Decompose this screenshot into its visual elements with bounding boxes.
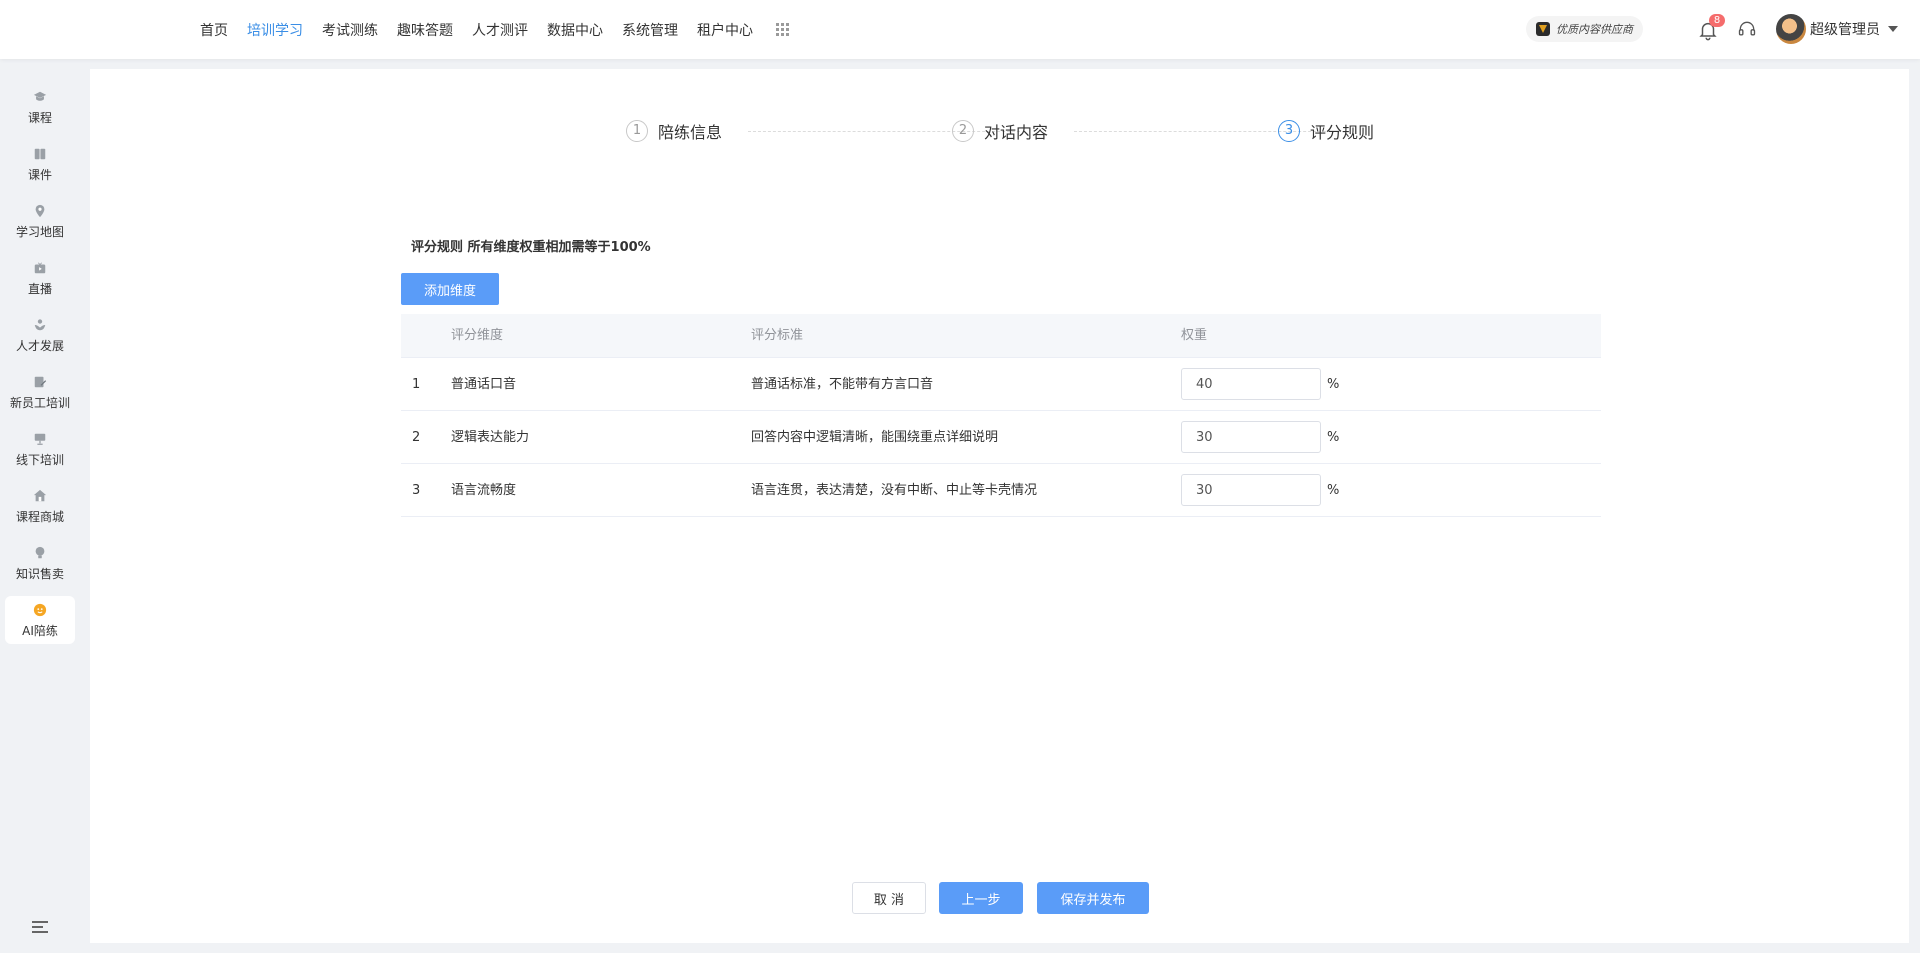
weight-unit: % (1327, 377, 1340, 392)
sidebar-item-label: 知识售卖 (15, 567, 64, 581)
nav-item-tenant[interactable]: 租户中心 (697, 20, 753, 40)
sidebar-item-label: AI陪练 (22, 624, 58, 638)
map-pin-icon (35, 204, 45, 218)
ai-coach-icon (33, 603, 47, 617)
sidebar-item-label: 直播 (27, 282, 52, 296)
main-panel: 1 陪练信息 2 对话内容 3 评分规则 评分规则 所有维度权重相加需等于100… (90, 69, 1909, 943)
headset-icon (1738, 21, 1756, 36)
notification-count-badge: 8 (1709, 14, 1725, 27)
row-index: 3 (412, 483, 421, 498)
sidebar: 课程 课件 学习地图 直播 人才发展 新员工培训 线下培训 课程商城 知识售卖 … (0, 59, 80, 953)
verified-shield-icon (1536, 22, 1550, 36)
step-2: 2 对话内容 (952, 119, 1048, 143)
nav-item-home[interactable]: 首页 (200, 20, 228, 40)
supplier-badge-label: 优质内容供应商 (1556, 23, 1633, 36)
step-3: 3 评分规则 (1278, 119, 1374, 143)
sidebar-item-label: 新员工培训 (9, 396, 70, 410)
row-standard: 普通话标准，不能带有方言口音 (751, 377, 934, 392)
sidebar-item-label: 人才发展 (15, 339, 64, 353)
step-number: 3 (1278, 120, 1300, 142)
column-header-dimension: 评分维度 (451, 328, 504, 343)
nav-item-data[interactable]: 数据中心 (547, 20, 603, 40)
store-icon (33, 489, 47, 502)
table-row: 3 语言流畅度 语言连贯，表达清楚，没有中断、中止等卡壳情况 % (401, 464, 1601, 517)
nav-item-talent[interactable]: 人才测评 (472, 20, 528, 40)
nav-item-training[interactable]: 培训学习 (247, 20, 303, 40)
weight-unit: % (1327, 483, 1340, 498)
sidebar-item-learning-map[interactable]: 学习地图 (5, 197, 75, 245)
lightbulb-icon (35, 546, 45, 559)
book-icon (34, 148, 46, 160)
table-row: 1 普通话口音 普通话标准，不能带有方言口音 % (401, 358, 1601, 411)
live-tv-icon (34, 262, 46, 274)
row-dimension: 语言流畅度 (451, 483, 517, 498)
row-dimension: 逻辑表达能力 (451, 430, 530, 445)
add-dimension-button[interactable]: 添加维度 (401, 273, 499, 305)
table-row: 2 逻辑表达能力 回答内容中逻辑清晰，能围绕重点详细说明 % (401, 411, 1601, 464)
nav-item-exam[interactable]: 考试测练 (322, 20, 378, 40)
save-and-publish-button[interactable]: 保存并发布 (1037, 882, 1149, 914)
scoring-table: 评分维度 评分标准 权重 1 普通话口音 普通话标准，不能带有方言口音 % 2 … (401, 314, 1601, 517)
growth-icon (34, 319, 46, 331)
table-header: 评分维度 评分标准 权重 (401, 314, 1601, 358)
column-header-standard: 评分标准 (751, 328, 804, 343)
sidebar-item-courseware[interactable]: 课件 (5, 140, 75, 188)
graduation-cap-icon (33, 91, 47, 101)
row-standard: 语言连贯，表达清楚，没有中断、中止等卡壳情况 (751, 483, 1038, 498)
sidebar-item-label: 课程 (27, 111, 52, 125)
weight-input[interactable] (1181, 368, 1321, 400)
weight-input[interactable] (1181, 421, 1321, 453)
sidebar-item-label: 课件 (27, 168, 52, 182)
supplier-badge[interactable]: 优质内容供应商 (1526, 16, 1643, 42)
step-number: 1 (626, 120, 648, 142)
sidebar-item-ai-coach[interactable]: AI陪练 (5, 596, 75, 644)
previous-step-button[interactable]: 上一步 (939, 882, 1023, 914)
top-bar: 首页 培训学习 考试测练 趣味答题 人才测评 数据中心 系统管理 租户中心 优质… (0, 0, 1920, 59)
sidebar-item-label: 线下培训 (15, 453, 64, 467)
weight-unit: % (1327, 430, 1340, 445)
sidebar-item-course-store[interactable]: 课程商城 (5, 482, 75, 530)
sidebar-item-offline-training[interactable]: 线下培训 (5, 425, 75, 473)
step-label: 评分规则 (1310, 123, 1375, 142)
row-index: 1 (412, 377, 421, 392)
presentation-icon (34, 433, 46, 445)
rule-title: 评分规则 所有维度权重相加需等于100% (411, 240, 651, 255)
avatar (1776, 14, 1806, 44)
column-header-weight: 权重 (1181, 328, 1208, 343)
main-nav: 首页 培训学习 考试测练 趣味答题 人才测评 数据中心 系统管理 租户中心 (200, 0, 789, 59)
sidebar-item-course[interactable]: 课程 (5, 83, 75, 131)
cancel-button[interactable]: 取 消 (852, 882, 926, 914)
chevron-down-icon (1888, 26, 1898, 32)
user-menu[interactable]: 超级管理员 (1776, 14, 1898, 44)
row-dimension: 普通话口音 (451, 377, 517, 392)
row-index: 2 (412, 430, 421, 445)
edit-icon (34, 376, 47, 388)
notification-button[interactable]: 8 (1697, 14, 1725, 41)
sidebar-item-live[interactable]: 直播 (5, 254, 75, 302)
sidebar-item-knowledge-sales[interactable]: 知识售卖 (5, 539, 75, 587)
step-number: 2 (952, 120, 974, 142)
sidebar-item-label: 课程商城 (15, 510, 64, 524)
sidebar-item-label: 学习地图 (15, 225, 64, 239)
weight-input[interactable] (1181, 474, 1321, 506)
support-button[interactable] (1737, 19, 1757, 39)
menu-collapse-icon[interactable] (31, 920, 49, 934)
step-label: 对话内容 (984, 123, 1049, 142)
username: 超级管理员 (1810, 22, 1880, 38)
nav-item-quiz[interactable]: 趣味答题 (397, 20, 453, 40)
row-standard: 回答内容中逻辑清晰，能围绕重点详细说明 (751, 430, 999, 445)
sidebar-item-onboarding[interactable]: 新员工培训 (5, 368, 75, 416)
sidebar-item-talent[interactable]: 人才发展 (5, 311, 75, 359)
step-1: 1 陪练信息 (626, 119, 722, 143)
step-label: 陪练信息 (658, 123, 723, 142)
apps-grid-icon[interactable] (776, 23, 789, 36)
nav-item-system[interactable]: 系统管理 (622, 20, 678, 40)
